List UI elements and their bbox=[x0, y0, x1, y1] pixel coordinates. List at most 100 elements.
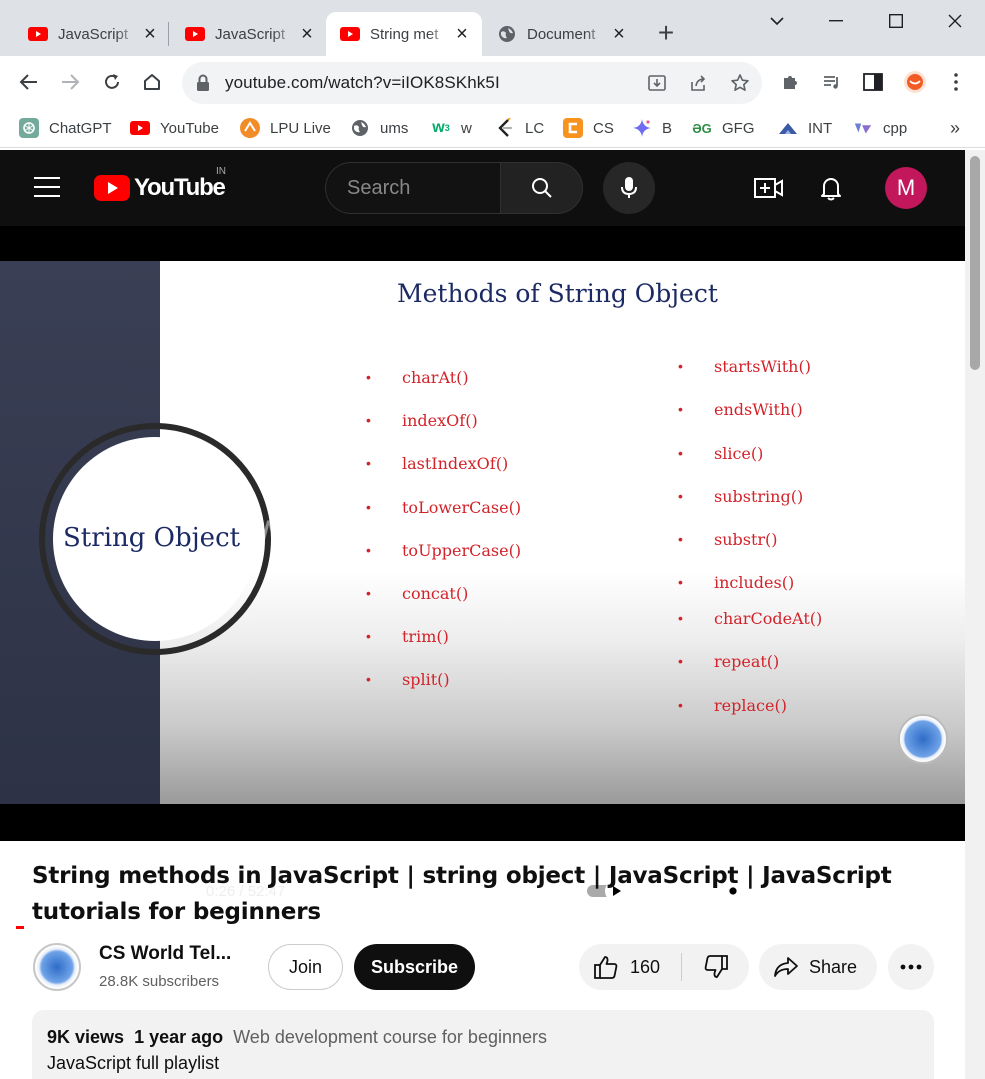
tab-javascript-1[interactable]: JavaScript × bbox=[14, 12, 170, 56]
join-button[interactable]: Join bbox=[268, 944, 343, 990]
youtube-logo[interactable]: YouTube IN bbox=[94, 166, 226, 202]
slide-circle-label: String Object bbox=[63, 523, 241, 553]
close-icon[interactable]: × bbox=[609, 23, 629, 46]
browser-toolbar: youtube.com/watch?v=iIOK8SKhk5I bbox=[0, 56, 985, 108]
right-method-item: endsWith() bbox=[714, 400, 803, 419]
right-method-item: includes() bbox=[714, 573, 795, 592]
bard-icon bbox=[632, 118, 652, 138]
right-method-item: startsWith() bbox=[714, 357, 811, 376]
bookmarks-overflow-button[interactable]: » bbox=[950, 116, 960, 140]
minimize-icon[interactable] bbox=[816, 6, 856, 36]
slide-bullet: • bbox=[678, 653, 683, 669]
slide-bullet: • bbox=[366, 412, 371, 428]
right-method-item: charCodeAt() bbox=[714, 609, 823, 628]
bookmark-int[interactable]: INT bbox=[778, 116, 832, 140]
notifications-button[interactable] bbox=[814, 171, 848, 205]
channel-watermark-logo[interactable] bbox=[898, 714, 948, 764]
video-player[interactable]: String Object Methods of String Object W… bbox=[0, 226, 965, 929]
forward-arrow-icon[interactable] bbox=[54, 66, 86, 98]
close-icon[interactable]: × bbox=[140, 23, 160, 46]
address-bar[interactable]: youtube.com/watch?v=iIOK8SKhk5I bbox=[182, 62, 762, 104]
more-actions-button[interactable] bbox=[888, 944, 934, 990]
youtube-icon bbox=[340, 24, 360, 44]
video-frame[interactable]: String Object Methods of String Object W… bbox=[0, 261, 965, 804]
home-icon[interactable] bbox=[136, 66, 168, 98]
bookmark-lpu-live[interactable]: LPU Live bbox=[240, 116, 331, 140]
bookmark-leetcode[interactable]: LC bbox=[495, 116, 544, 140]
search-button[interactable] bbox=[500, 162, 583, 214]
reload-icon[interactable] bbox=[96, 66, 128, 98]
slide-bullet: • bbox=[678, 358, 683, 374]
url-text[interactable]: youtube.com/watch?v=iIOK8SKhk5I bbox=[225, 73, 500, 93]
maximize-icon[interactable] bbox=[876, 6, 916, 36]
bookmark-codestudio[interactable]: CS bbox=[563, 116, 614, 140]
description-box[interactable]: 9K views 1 year ago Web development cour… bbox=[32, 1010, 934, 1079]
playlist-tag[interactable]: Web development course for beginners bbox=[233, 1027, 547, 1047]
share-button[interactable]: Share bbox=[759, 944, 877, 990]
dislike-button[interactable] bbox=[692, 944, 740, 990]
browser-window: JavaScript × JavaScript × String met × D… bbox=[0, 0, 985, 1079]
subscriber-count: 28.8K subscribers bbox=[99, 973, 220, 990]
bookmark-bard[interactable]: B bbox=[632, 116, 672, 140]
create-video-button[interactable] bbox=[752, 172, 786, 204]
bookmarks-bar: ChatGPT YouTube LPU Live ums w3 w LC CS bbox=[0, 108, 985, 148]
bookmark-youtube[interactable]: YouTube bbox=[130, 116, 219, 140]
media-control-icon[interactable] bbox=[816, 66, 848, 98]
close-icon[interactable]: × bbox=[452, 23, 472, 46]
page-scrollbar[interactable] bbox=[965, 150, 985, 1079]
account-avatar[interactable]: M bbox=[885, 167, 927, 209]
bookmark-label: LPU Live bbox=[270, 119, 331, 137]
tab-string-methods[interactable]: String met × bbox=[326, 12, 482, 56]
youtube-masthead: YouTube IN Search M bbox=[0, 150, 965, 226]
hamburger-menu-icon[interactable] bbox=[34, 177, 60, 197]
back-arrow-icon[interactable] bbox=[13, 66, 45, 98]
tab-document[interactable]: Document × bbox=[483, 12, 639, 56]
tab-javascript-2[interactable]: JavaScript × bbox=[171, 12, 327, 56]
tab-separator bbox=[168, 22, 169, 46]
new-tab-button[interactable]: + bbox=[650, 19, 682, 48]
install-app-icon[interactable] bbox=[645, 71, 669, 95]
slide-bullet: • bbox=[366, 499, 371, 515]
slide-bullet: • bbox=[678, 531, 683, 547]
right-method-item: substring() bbox=[714, 487, 804, 506]
profile-extension-icon[interactable] bbox=[899, 66, 931, 98]
voice-search-button[interactable] bbox=[603, 162, 655, 214]
close-window-icon[interactable] bbox=[935, 6, 975, 36]
bookmark-ums[interactable]: ums bbox=[350, 116, 408, 140]
more-horizontal-icon bbox=[900, 964, 922, 970]
slide-bullet: • bbox=[366, 542, 371, 558]
video-title: String methods in JavaScript | string ob… bbox=[32, 863, 892, 925]
like-button[interactable]: 160 bbox=[579, 944, 681, 990]
tab-search-chevron-icon[interactable] bbox=[757, 6, 797, 36]
tab-title: String met bbox=[370, 25, 439, 43]
share-label: Share bbox=[809, 956, 858, 977]
channel-avatar[interactable] bbox=[33, 943, 81, 991]
lpu-icon bbox=[240, 118, 260, 138]
bookmark-chatgpt[interactable]: ChatGPT bbox=[19, 116, 112, 140]
slide-title: Methods of String Object bbox=[397, 279, 718, 308]
bookmark-label: B bbox=[662, 119, 673, 137]
tab-strip: JavaScript × JavaScript × String met × D… bbox=[0, 0, 985, 56]
bookmark-w3schools[interactable]: w3 w bbox=[431, 116, 472, 140]
kebab-menu-icon[interactable] bbox=[940, 66, 972, 98]
thumbs-up-icon bbox=[594, 956, 618, 979]
globe-icon bbox=[497, 24, 517, 44]
right-method-item: replace() bbox=[714, 696, 787, 715]
tab-title: JavaScript bbox=[58, 25, 129, 43]
extensions-puzzle-icon[interactable] bbox=[775, 66, 807, 98]
scrollbar-thumb[interactable] bbox=[970, 156, 980, 370]
bookmark-gfg[interactable]: ƏG GFG bbox=[692, 116, 754, 140]
search-placeholder: Search bbox=[347, 177, 411, 199]
bookmark-label: LC bbox=[525, 119, 545, 137]
subscribe-button[interactable]: Subscribe bbox=[354, 944, 475, 990]
share-page-icon[interactable] bbox=[686, 71, 710, 95]
like-count: 160 bbox=[630, 956, 661, 977]
bookmark-cpp[interactable]: cpp bbox=[853, 116, 907, 140]
channel-name[interactable]: CS World Tel... bbox=[99, 943, 231, 965]
search-input[interactable]: Search bbox=[325, 162, 501, 214]
close-icon[interactable]: × bbox=[297, 23, 317, 46]
youtube-play-logo-icon bbox=[94, 175, 130, 201]
side-panel-icon[interactable] bbox=[857, 66, 889, 98]
bookmark-star-icon[interactable] bbox=[728, 71, 752, 95]
lock-icon[interactable] bbox=[196, 74, 210, 97]
